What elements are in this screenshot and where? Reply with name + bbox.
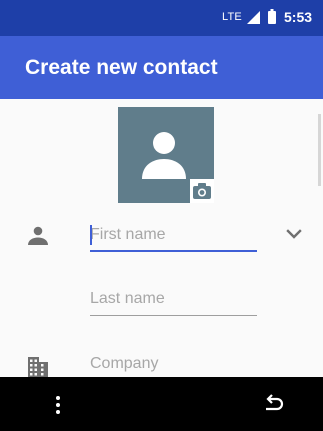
app-bar: Create new contact [0,36,323,99]
first-name-underline [90,250,257,252]
back-icon[interactable] [260,394,284,414]
page-title: Create new contact [25,56,218,79]
battery-icon [268,9,276,24]
contact-form [0,99,323,377]
contact-photo-button[interactable] [118,107,214,203]
status-time: 5:53 [284,9,313,25]
status-bar: LTE 5:53 [0,0,323,36]
person-icon [142,132,186,179]
first-name-input[interactable] [90,224,257,246]
signal-icon [247,11,260,24]
last-name-field[interactable] [90,288,257,316]
person-outline-icon [28,226,48,245]
chevron-down-icon[interactable] [283,223,305,245]
text-cursor [90,225,92,245]
camera-icon [190,179,214,203]
company-input[interactable] [90,353,257,375]
network-type-label: LTE [222,11,242,23]
more-vert-icon[interactable] [50,394,66,416]
last-name-input[interactable] [90,288,257,310]
first-name-field[interactable] [90,224,257,252]
building-icon [28,357,48,377]
navigation-bar [0,377,323,431]
last-name-underline [90,315,257,316]
scrollbar[interactable] [318,114,321,186]
company-field[interactable] [90,353,257,377]
